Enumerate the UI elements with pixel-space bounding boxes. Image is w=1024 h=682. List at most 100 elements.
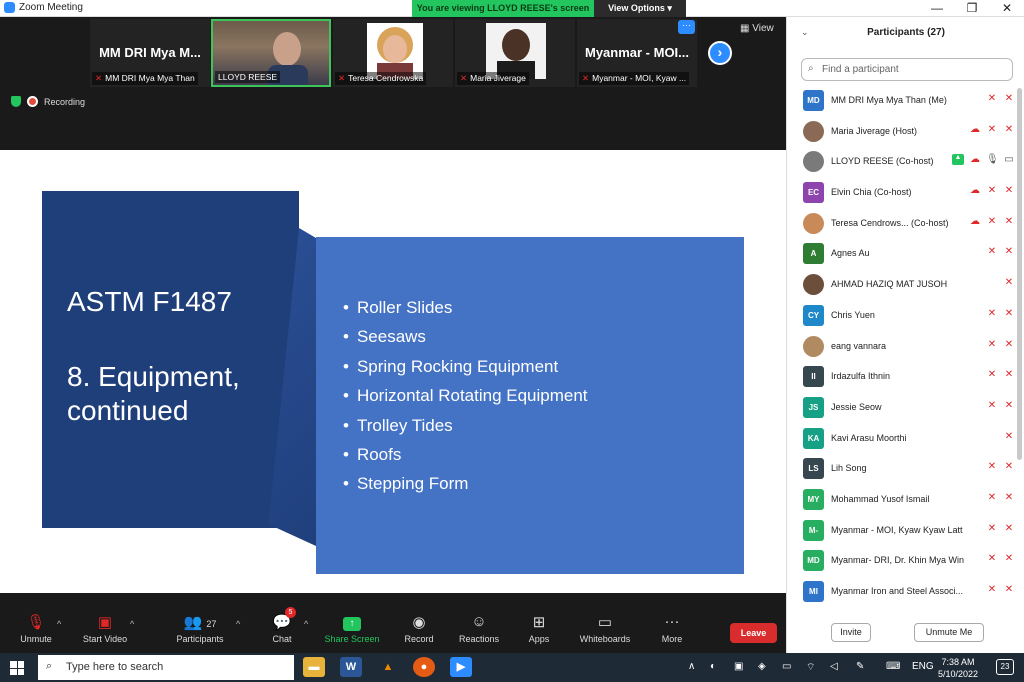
muted-icon: ✕ [1004, 430, 1014, 442]
tray-app-icon[interactable]: ▣ [734, 661, 743, 672]
volume-icon[interactable]: ◁ [830, 661, 838, 672]
participant-name: MM DRI Mya Mya Than (Me) [831, 95, 947, 105]
muted-icon: ✕ [987, 522, 997, 534]
participant-row[interactable]: AHMAD HAZIQ MAT JUSOH ✕ [801, 272, 1015, 303]
notification-center-icon[interactable]: 23 [996, 659, 1014, 675]
participants-options-chevron-icon[interactable]: ^ [236, 619, 240, 629]
participants-button[interactable]: 👥 27 Participants [174, 613, 226, 644]
participant-name: Mohammad Yusof Ismail [831, 493, 930, 504]
tile-caption: ✕ MM DRI Mya Mya Than [92, 72, 198, 85]
tile-name-large: MM DRI Mya M... [99, 45, 201, 60]
participant-row[interactable]: JS Jessie Seow ✕ ✕ [801, 395, 1015, 426]
unmute-button[interactable]: 🎙 Unmute [16, 613, 56, 644]
file-explorer-icon[interactable]: ▬ [303, 657, 325, 677]
unmute-me-button[interactable]: Unmute Me [914, 623, 984, 642]
scrollbar[interactable] [1017, 88, 1022, 460]
pen-icon[interactable]: ✎ [856, 661, 864, 672]
video-options-chevron-icon[interactable]: ^ [130, 619, 134, 629]
recording-indicator: Recording [11, 96, 85, 107]
vlc-icon[interactable]: ▲ [377, 657, 399, 677]
participant-row[interactable]: CY Chris Yuen ✕ ✕ [801, 303, 1015, 334]
participant-row[interactable]: II Irdazulfa Ithnin ✕ ✕ [801, 364, 1015, 395]
muted-icon: ✕ [1004, 215, 1014, 227]
more-button[interactable]: ··· More [656, 613, 688, 644]
participant-name: Myanmar - MOI, Kyaw Kyaw Latt [831, 524, 963, 535]
wifi-icon[interactable]: ⌔ [806, 661, 815, 674]
firefox-icon[interactable]: ● [413, 657, 435, 677]
participant-row[interactable]: A Agnes Au ✕ ✕ [801, 241, 1015, 272]
muted-icon: ✕ [1004, 246, 1014, 258]
participant-name: Lih Song [831, 463, 867, 474]
more-icon: ··· [664, 613, 680, 630]
close-button[interactable]: ✕ [990, 0, 1024, 16]
participant-row[interactable]: KA Kavi Arasu Moorthi ✕ [801, 426, 1015, 457]
muted-icon: ✕ [987, 185, 997, 197]
muted-icon: ✕ [1004, 307, 1014, 319]
chat-button[interactable]: 💬 5 Chat [266, 607, 298, 644]
view-options-button[interactable]: View Options ▾ [594, 0, 686, 17]
system-clock[interactable]: 7:38 AM 5/10/2022 [938, 656, 978, 680]
view-button[interactable]: ▦ View [740, 23, 774, 34]
video-tile[interactable]: MM DRI Mya M... ✕ MM DRI Mya Mya Than [90, 19, 210, 87]
participant-row[interactable]: Maria Jiverage (Host) ☁ ✕ ✕ [801, 119, 1015, 150]
tile-caption: ✕ Teresa Cendrowska [335, 72, 427, 85]
avatar: II [803, 366, 824, 388]
participants-icon: 👥 27 [183, 614, 217, 631]
video-thumbnail-strip: MM DRI Mya M... ✕ MM DRI Mya Mya Than LLO… [0, 17, 786, 150]
muted-icon: ✕ [987, 246, 997, 258]
tray-chevron-icon[interactable]: ∧ [688, 661, 695, 672]
participant-row[interactable]: Teresa Cendrows... (Co-host) ☁ ✕ ✕ [801, 211, 1015, 242]
battery-icon[interactable]: ▭ [782, 661, 791, 672]
tile-more-options-button[interactable]: ··· [678, 20, 695, 34]
windows-start-icon[interactable] [10, 661, 24, 675]
tray-app-icon[interactable]: ◈ [758, 661, 766, 672]
whiteboards-button[interactable]: ▭ Whiteboards [576, 613, 634, 644]
chat-options-chevron-icon[interactable]: ^ [304, 619, 308, 629]
chat-badge: 5 [285, 607, 296, 618]
participant-row[interactable]: eang vannara ✕ ✕ [801, 334, 1015, 365]
video-tile[interactable]: ✕ Maria Jiverage [455, 19, 575, 87]
invite-button[interactable]: Invite [831, 623, 871, 642]
taskbar-search-input[interactable]: ⌕ Type here to search [38, 655, 294, 680]
share-screen-button[interactable]: ↑ Share Screen [324, 613, 380, 644]
participant-row[interactable]: LLOYD REESE (Co-host) ▲ ☁ 🎙 ▭ [801, 149, 1015, 180]
muted-icon: ✕ [1004, 553, 1014, 565]
tile-caption: ✕ Myanmar - MOI, Kyaw ... [579, 72, 690, 85]
zoom-taskbar-icon[interactable]: ▶ [450, 657, 472, 677]
participant-name: Myanmar- DRI, Dr. Khin Mya Win [831, 555, 965, 566]
meeting-toolbar: 🎙 Unmute ^ ▣ Start Video ^ 👥 27 Particip… [0, 593, 786, 653]
word-icon[interactable]: W [340, 657, 362, 677]
record-button[interactable]: ◉ Record [402, 613, 436, 644]
avatar: MD [803, 550, 824, 572]
participant-name: eang vannara [831, 340, 887, 351]
maximize-button[interactable]: ❐ [955, 0, 989, 16]
participant-status-icons: ✕ ✕ [986, 369, 1015, 380]
participant-row[interactable]: EC Elvin Chia (Co-host) ☁ ✕ ✕ [801, 180, 1015, 211]
muted-icon: ✕ [987, 307, 997, 319]
reactions-button[interactable]: ☺ Reactions [456, 613, 502, 644]
slide-subtitle: 8. Equipment, continued [67, 361, 240, 426]
apps-button[interactable]: ⊞ Apps [524, 613, 554, 644]
participant-row[interactable]: MD MM DRI Mya Mya Than (Me) ✕ ✕ [801, 88, 1015, 119]
recording-cloud-icon: ☁ [970, 185, 980, 197]
participant-row[interactable]: M- Myanmar - MOI, Kyaw Kyaw Latt ✕ ✕ [801, 518, 1015, 549]
tray-app-icon[interactable]: ◐ [710, 661, 716, 672]
minimize-button[interactable]: — [920, 0, 954, 16]
participant-row[interactable]: MY Mohammad Yusof Ismail ✕ ✕ [801, 487, 1015, 518]
next-page-button[interactable]: › [708, 41, 732, 65]
language-indicator[interactable]: ENG [912, 661, 934, 672]
muted-icon: ✕ [987, 123, 997, 135]
audio-options-chevron-icon[interactable]: ^ [57, 619, 61, 629]
participant-row[interactable]: MD Myanmar- DRI, Dr. Khin Mya Win ✕ ✕ [801, 548, 1015, 579]
keyboard-icon[interactable]: ⌨ [886, 661, 900, 672]
start-video-button[interactable]: ▣ Start Video [80, 613, 130, 644]
participant-status-icons: ✕ [1003, 277, 1015, 288]
participant-row[interactable]: LS Lih Song ✕ ✕ [801, 456, 1015, 487]
video-tile[interactable]: ✕ Teresa Cendrowska [333, 19, 453, 87]
find-participant-input[interactable]: ⌕ Find a participant [801, 58, 1013, 81]
leave-button[interactable]: Leave [730, 623, 777, 643]
tile-caption: ✕ Maria Jiverage [457, 72, 529, 85]
participant-row[interactable]: MI Myanmar Iron and Steel Associ... ✕ ✕ [801, 579, 1015, 610]
video-tile-active-speaker[interactable]: LLOYD REESE [211, 19, 331, 87]
participant-status-icons: ✕ ✕ [986, 339, 1015, 350]
